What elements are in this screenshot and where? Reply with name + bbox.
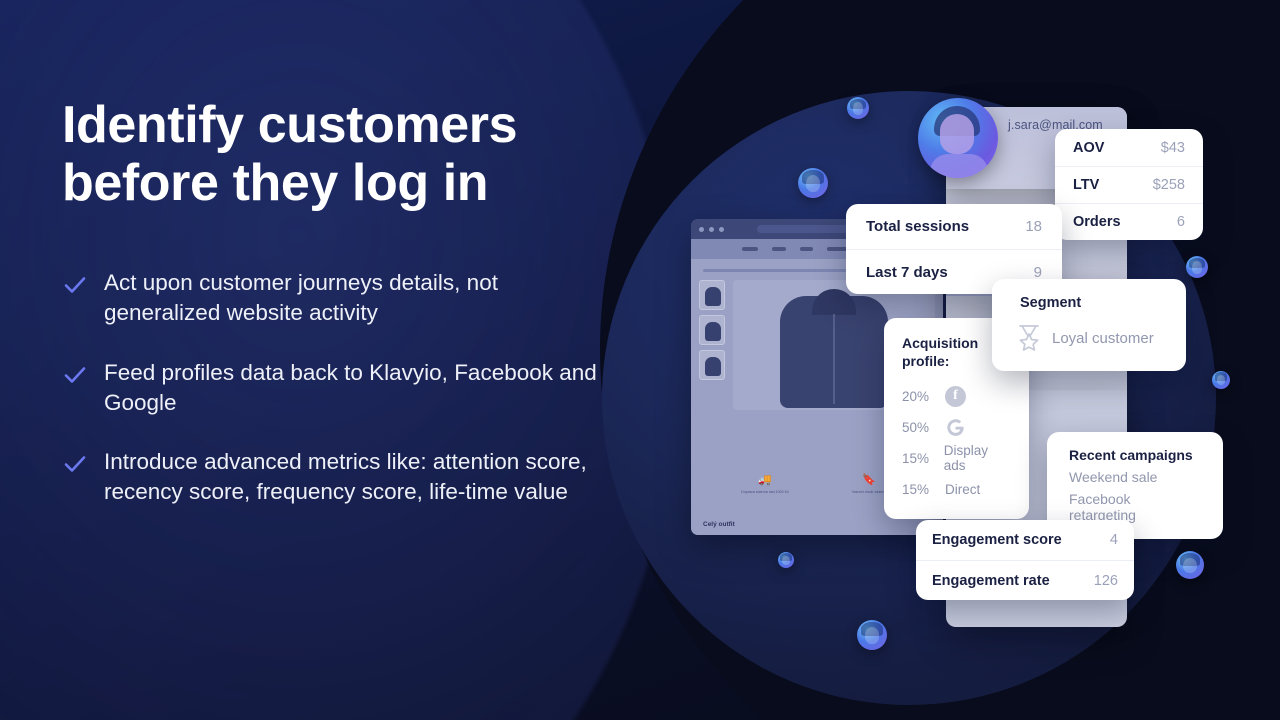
row-value: 18 <box>1025 218 1042 235</box>
site-nav-item <box>799 247 813 251</box>
row-label: Last 7 days <box>866 263 948 281</box>
floating-avatar-bubble <box>847 97 869 119</box>
acquisition-percent: 50% <box>902 419 930 435</box>
acquisition-row: 15% Direct <box>884 474 1029 505</box>
row-label: Orders <box>1073 214 1121 230</box>
row-value: 9 <box>1033 263 1042 281</box>
site-nav-item <box>771 247 786 251</box>
hoodie-graphic <box>780 296 888 408</box>
campaign-item: Weekend sale <box>1069 469 1158 485</box>
avatar <box>918 98 998 178</box>
campaign-item: Facebook retargeting <box>1069 491 1136 523</box>
thumbnail <box>699 315 725 345</box>
product-visual: 🚚 Doprava zdarma nad 1000 Kč 🔖 Vrácení z… <box>0 0 1280 720</box>
row-label: Total sessions <box>866 218 970 235</box>
floating-avatar-bubble <box>778 552 794 568</box>
window-maximize-icon <box>719 226 724 232</box>
window-close-icon <box>699 226 704 232</box>
acquisition-row: 15% Display ads <box>884 443 1029 474</box>
breadcrumb <box>703 269 853 272</box>
row-value: 126 <box>1093 572 1118 589</box>
feature-caption: Doprava zdarma nad 1000 Kč <box>741 490 789 494</box>
campaigns-title: Recent campaigns <box>1069 447 1193 463</box>
table-row: Orders 6 <box>1055 203 1203 240</box>
engagement-card: Engagement score 4 Engagement rate 126 <box>916 520 1134 600</box>
table-row: LTV $258 <box>1055 166 1203 203</box>
google-icon <box>947 419 964 436</box>
row-label: Engagement score <box>932 532 1062 548</box>
site-nav-item <box>741 247 758 251</box>
row-label: AOV <box>1073 139 1105 156</box>
segment-card: Segment Loyal customer <box>992 279 1186 371</box>
row-label: Engagement rate <box>932 572 1050 589</box>
thumbnail <box>699 280 725 310</box>
segment-title: Segment <box>1020 295 1082 311</box>
thumbnail-strip <box>699 280 725 410</box>
table-row: Total sessions 18 <box>846 204 1062 249</box>
floating-avatar-bubble <box>857 620 887 650</box>
medal-icon <box>1019 325 1039 351</box>
avatar-face <box>940 114 974 154</box>
thumbnail <box>699 350 725 380</box>
row-value: $43 <box>1160 139 1185 156</box>
table-row: Engagement rate 126 <box>916 560 1134 600</box>
floating-avatar-bubble <box>1176 551 1204 579</box>
segment-value: Loyal customer <box>1052 329 1154 347</box>
row-label: LTV <box>1073 177 1100 193</box>
row-value: 4 <box>1109 532 1118 548</box>
table-row: AOV $43 <box>1055 129 1203 166</box>
floating-avatar-bubble <box>1186 256 1208 278</box>
kpi-card: AOV $43 LTV $258 Orders 6 <box>1055 129 1203 240</box>
row-value: 6 <box>1176 214 1185 230</box>
window-minimize-icon <box>709 226 714 232</box>
acquisition-percent: 15% <box>902 450 930 466</box>
acquisition-percent: 15% <box>902 481 930 497</box>
row-value: $258 <box>1152 177 1185 193</box>
avatar-body <box>930 154 988 178</box>
segment-body: Loyal customer <box>992 311 1186 353</box>
slide-root: Identify customers before they log in Ac… <box>0 0 1280 720</box>
acquisition-source: Direct <box>945 481 981 497</box>
acquisition-source: Display ads <box>943 443 989 474</box>
facebook-icon: f <box>945 385 966 407</box>
feature-badge: 🚚 Doprava zdarma nad 1000 Kč <box>723 475 807 495</box>
acquisition-row: 50% <box>884 412 1029 443</box>
table-row: Engagement score 4 <box>916 520 1134 560</box>
truck-icon: 🚚 <box>758 474 772 486</box>
acquisition-percent: 20% <box>902 388 930 404</box>
outfit-heading: Celý outfit <box>703 521 735 528</box>
acquisition-row: 20% f <box>884 381 1029 412</box>
floating-avatar-bubble <box>1212 371 1230 389</box>
floating-avatar-bubble <box>798 168 828 198</box>
